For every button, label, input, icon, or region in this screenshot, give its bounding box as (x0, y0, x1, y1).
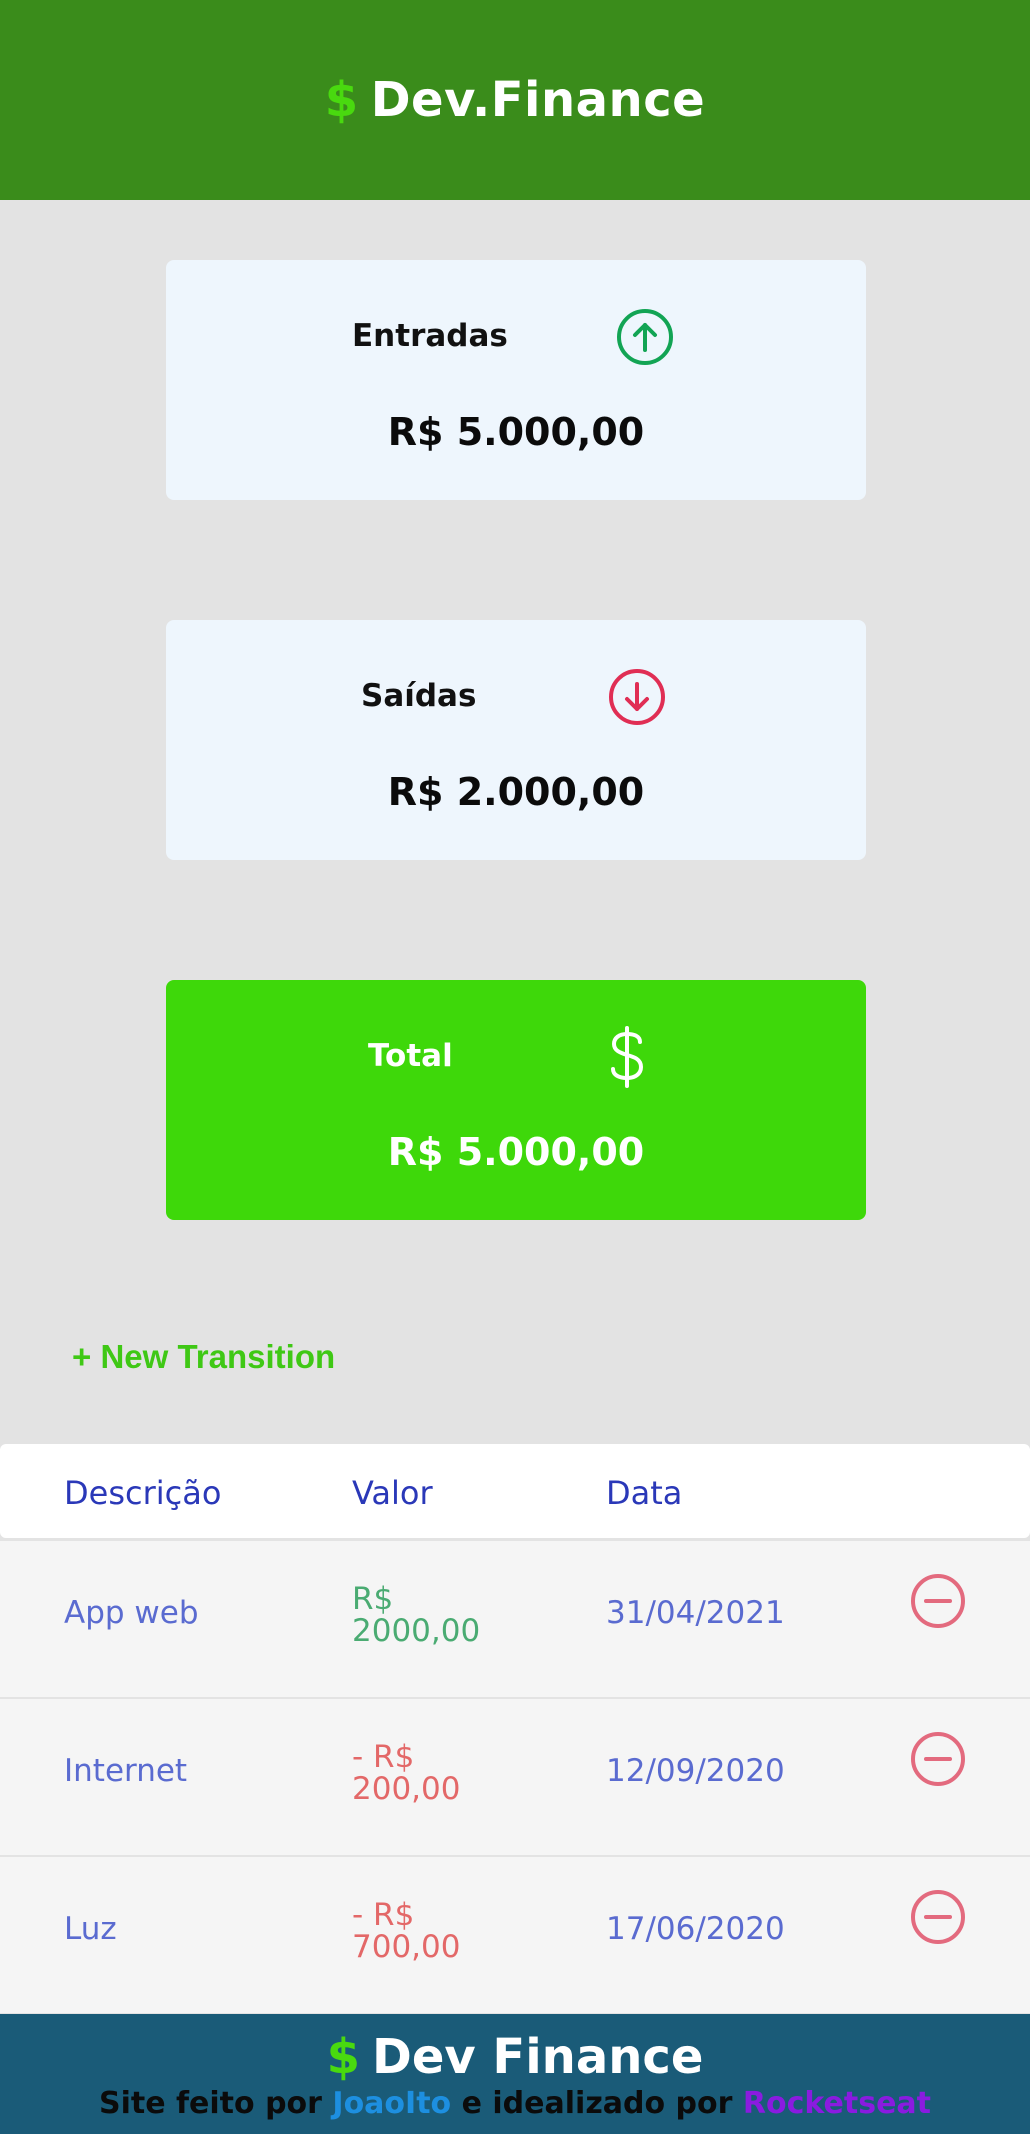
new-transaction-button[interactable]: + New Transition (72, 1338, 335, 1376)
minus-circle-icon[interactable] (908, 1887, 968, 1947)
dollar-sign-icon (611, 1026, 644, 1088)
footer-logo-text: Dev Finance (372, 2029, 704, 2085)
arrow-down-circle-icon (609, 669, 665, 725)
table-row: Luz - R$ 700,00 17/06/2020 (0, 1857, 1030, 2013)
footer-logo-dollar-symbol: $ (326, 2029, 360, 2085)
transaction-description: Internet (64, 1753, 188, 1789)
credit-middle: e idealizado por (461, 2086, 733, 2121)
app-header: $ Dev.Finance (0, 0, 1030, 200)
transaction-amount: - R$ 200,00 (352, 1739, 461, 1807)
credit-prefix: Site feito por (98, 2086, 322, 2121)
total-card-label: Total (368, 1038, 453, 1074)
table-row: App web R$ 2000,00 31/04/2021 (0, 1541, 1030, 1697)
income-card: Entradas R$ 5.000,00 (166, 260, 866, 500)
income-card-value: R$ 5.000,00 (387, 410, 645, 454)
arrow-up-circle-icon (617, 309, 673, 365)
column-header-description: Descrição (64, 1474, 222, 1512)
logo-dollar-symbol: $ (324, 72, 359, 128)
transaction-amount: - R$ 700,00 (352, 1897, 461, 1965)
column-header-value: Valor (352, 1474, 433, 1512)
expense-card: Saídas R$ 2.000,00 (166, 620, 866, 860)
minus-circle-icon[interactable] (908, 1729, 968, 1789)
org-link[interactable]: Rocketseat (743, 2086, 931, 2121)
expense-card-value: R$ 2.000,00 (387, 770, 645, 814)
total-card: Total R$ 5.000,00 (166, 980, 866, 1220)
transaction-amount: R$ 2000,00 (352, 1581, 481, 1649)
app-logo: $ Dev.Finance (325, 72, 705, 128)
app-footer: $ Dev Finance Site feito por JoaoIto e id… (0, 2014, 1030, 2134)
transaction-date: 17/06/2020 (606, 1911, 785, 1947)
income-card-label: Entradas (352, 318, 508, 354)
column-header-date: Data (606, 1474, 683, 1512)
expense-card-label: Saídas (361, 678, 477, 714)
total-card-value: R$ 5.000,00 (387, 1130, 645, 1174)
transaction-date: 12/09/2020 (606, 1753, 785, 1789)
author-link[interactable]: JoaoIto (332, 2086, 451, 2121)
transaction-description: Luz (64, 1911, 117, 1947)
footer-credit: Site feito por JoaoIto e idealizado por … (0, 2086, 1030, 2122)
table-row: Internet - R$ 200,00 12/09/2020 (0, 1699, 1030, 1855)
minus-circle-icon[interactable] (908, 1571, 968, 1631)
table-header: Descrição Valor Data (0, 1444, 1030, 1538)
transaction-date: 31/04/2021 (606, 1595, 785, 1631)
transaction-description: App web (64, 1595, 199, 1631)
footer-logo: $ Dev Finance (0, 2030, 1030, 2084)
logo-text: Dev.Finance (370, 72, 706, 128)
